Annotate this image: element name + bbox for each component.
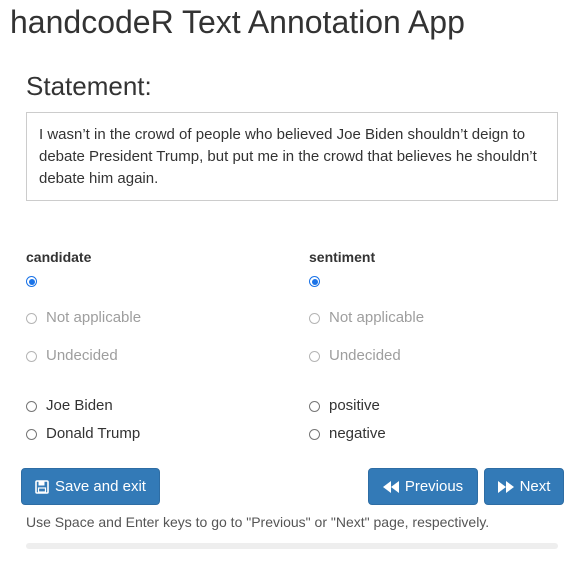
sentiment-option-empty[interactable] (309, 276, 329, 287)
candidate-option-donald-trump[interactable]: Donald Trump (26, 424, 140, 444)
radio-button[interactable] (26, 276, 37, 287)
candidate-option-joe-biden[interactable]: Joe Biden (26, 396, 113, 416)
floppy-disk-icon (35, 479, 49, 494)
fast-backward-icon (382, 480, 399, 493)
radio-button (26, 350, 37, 362)
statement-text: I wasn’t in the crowd of people who beli… (26, 112, 558, 201)
sentiment-radio-group: sentiment Not applicable Undecided posit… (309, 248, 569, 442)
option-label: Donald Trump (46, 425, 141, 442)
candidate-radio-group: candidate Not applicable Undecided Joe B… (26, 248, 286, 442)
radio-button (309, 350, 320, 362)
radio-button[interactable] (309, 400, 320, 412)
option-label: Undecided (329, 347, 401, 364)
sentiment-option-not-applicable: Not applicable (309, 308, 424, 328)
previous-label: Previous (404, 478, 464, 495)
sentiment-option-undecided: Undecided (309, 346, 401, 366)
previous-button[interactable]: Previous (368, 468, 478, 505)
radio-button[interactable] (26, 428, 37, 440)
sentiment-option-positive[interactable]: positive (309, 396, 380, 416)
next-label: Next (519, 478, 551, 495)
option-label: negative (329, 425, 386, 442)
statement-heading: Statement: (26, 71, 152, 101)
option-label: Joe Biden (46, 397, 113, 414)
radio-button[interactable] (309, 428, 320, 440)
keyboard-help-text: Use Space and Enter keys to go to "Previ… (26, 514, 490, 530)
save-and-exit-label: Save and exit (55, 478, 146, 495)
sentiment-label: sentiment (309, 249, 376, 265)
sentiment-option-negative[interactable]: negative (309, 424, 386, 444)
radio-button (309, 312, 320, 324)
app-title: handcodeR Text Annotation App (10, 4, 465, 40)
fast-forward-icon (497, 480, 514, 493)
radio-button (26, 312, 37, 324)
candidate-option-empty[interactable] (26, 276, 46, 287)
progress-bar (26, 543, 558, 549)
candidate-option-not-applicable: Not applicable (26, 308, 141, 328)
save-and-exit-button[interactable]: Save and exit (21, 468, 160, 505)
radio-button[interactable] (309, 276, 320, 287)
option-label: Not applicable (46, 309, 142, 326)
option-label: Undecided (46, 347, 118, 364)
candidate-option-undecided: Undecided (26, 346, 118, 366)
option-label: positive (329, 397, 380, 414)
option-label: Not applicable (329, 309, 425, 326)
radio-button[interactable] (26, 400, 37, 412)
next-button[interactable]: Next (484, 468, 564, 505)
candidate-label: candidate (26, 249, 92, 265)
